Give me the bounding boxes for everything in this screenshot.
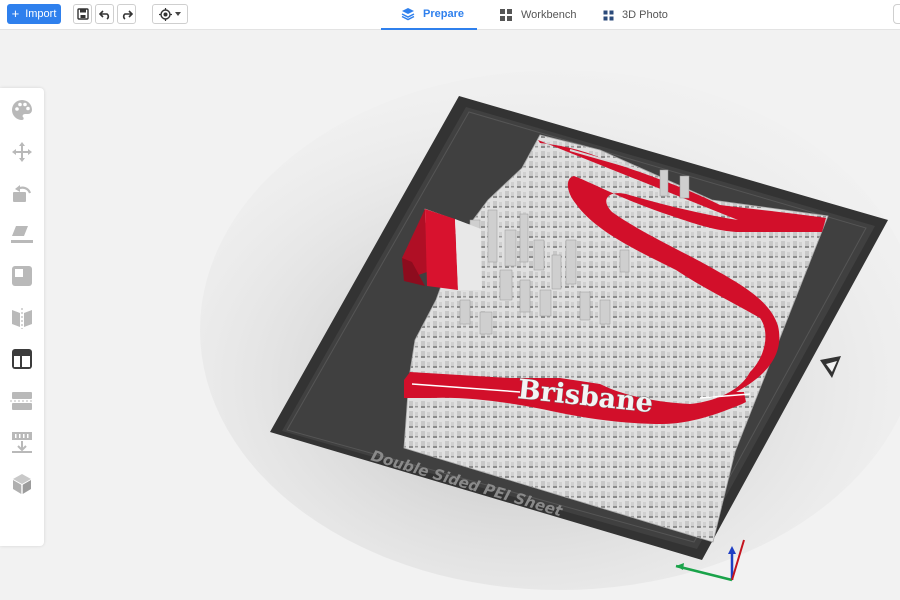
redo-button[interactable] [117, 4, 136, 24]
support-tool[interactable] [9, 429, 35, 455]
import-button[interactable]: + Import [7, 4, 61, 24]
mirror-icon [12, 308, 32, 329]
palette-icon [12, 100, 32, 120]
menu-button[interactable] [893, 4, 900, 24]
place-on-face-tool[interactable] [9, 221, 35, 247]
undo-icon [98, 10, 109, 20]
rotate-tool[interactable] [9, 180, 35, 206]
view-icon [159, 7, 172, 21]
rotate-icon [13, 185, 32, 202]
box-tool[interactable] [9, 471, 35, 497]
workbench-icon [500, 9, 512, 21]
move-tool[interactable] [9, 139, 35, 165]
place-on-face-icon [11, 226, 33, 243]
undo-button[interactable] [95, 4, 114, 24]
mirror-tool[interactable] [9, 305, 35, 331]
cut-tool[interactable] [9, 388, 35, 414]
cut-icon [10, 392, 34, 410]
plus-icon: + [11, 6, 20, 21]
scale-tool[interactable] [9, 263, 35, 289]
tab-prepare[interactable]: Prepare [381, 0, 477, 30]
tab-3d-photo-label: 3D Photo [622, 9, 668, 21]
view-selector[interactable] [152, 4, 188, 24]
3d-viewport[interactable]: Double Sided PEI Sheet Brisbane [44, 31, 900, 600]
tool-panel [0, 88, 44, 546]
save-icon [76, 8, 89, 20]
layout-tool[interactable] [9, 346, 35, 372]
layout-icon [12, 349, 32, 369]
support-icon [12, 432, 32, 453]
box-icon [13, 474, 31, 494]
tab-3d-photo[interactable]: 3D Photo [603, 0, 668, 30]
tab-workbench-label: Workbench [521, 9, 577, 21]
chevron-down-icon [175, 12, 181, 16]
import-label: Import [25, 8, 57, 20]
save-button[interactable] [73, 4, 92, 24]
tab-workbench[interactable]: Workbench [499, 0, 576, 30]
grid-dots-icon [603, 10, 614, 20]
scale-icon [12, 266, 32, 286]
redo-icon [122, 10, 133, 20]
palette-tool[interactable] [9, 97, 35, 123]
top-toolbar: + Import Prepare Workbench 3D Photo [0, 0, 900, 30]
layers-icon [401, 8, 415, 21]
tab-prepare-label: Prepare [423, 8, 464, 20]
scene-canvas: Double Sided PEI Sheet Brisbane [200, 70, 900, 590]
move-icon [12, 142, 32, 162]
